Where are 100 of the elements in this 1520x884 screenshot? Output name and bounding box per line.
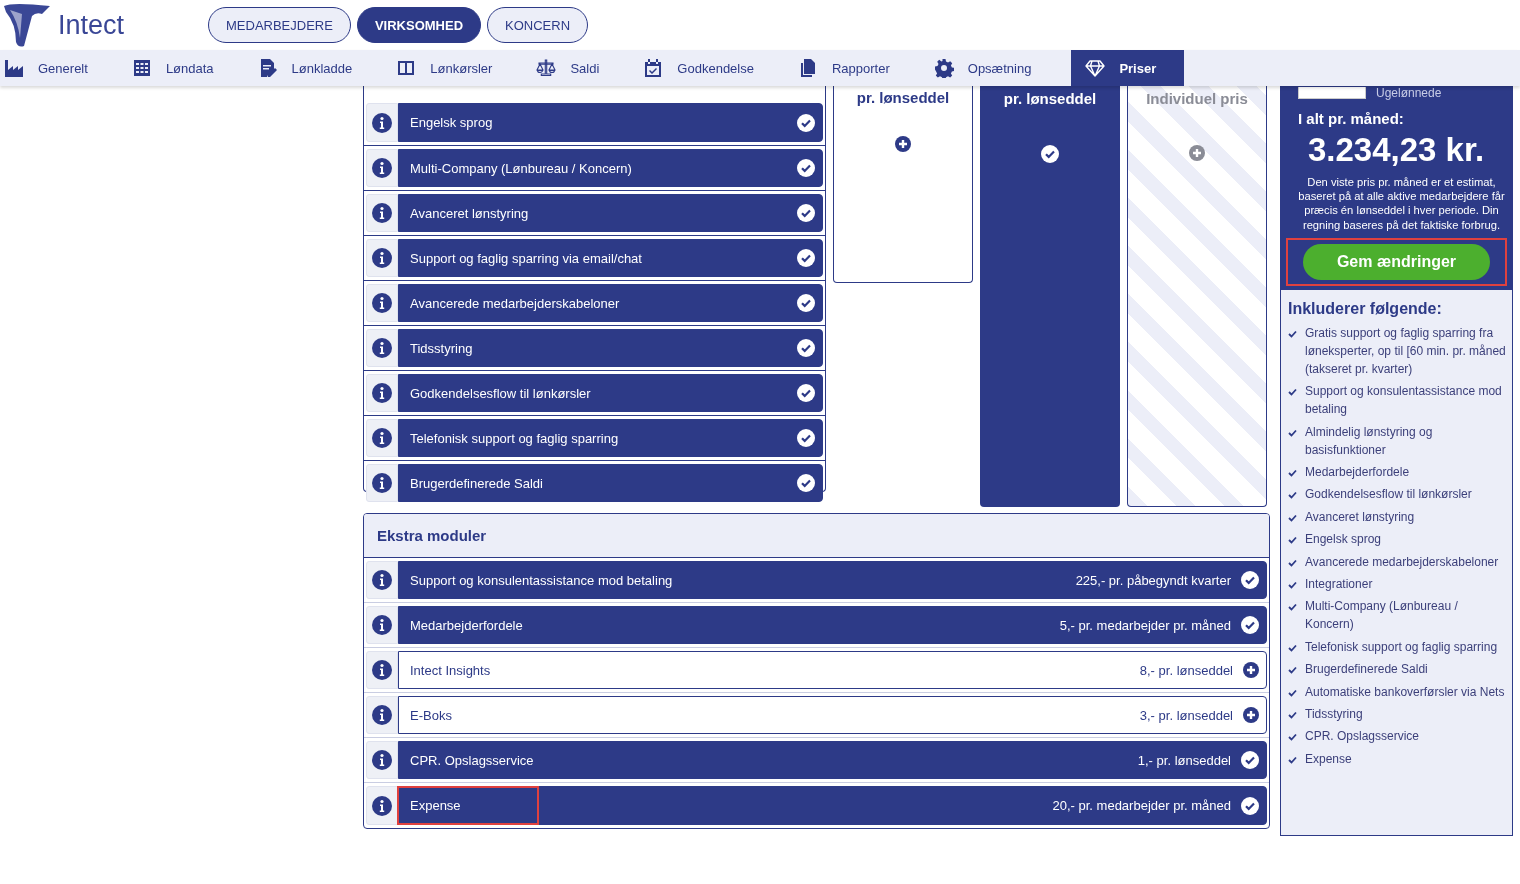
info-icon[interactable] (372, 158, 392, 178)
info-icon[interactable] (372, 248, 392, 268)
check-circle-icon (797, 339, 815, 357)
plus-circle-icon (1243, 662, 1259, 678)
included-item: Engelsk sprog (1305, 531, 1382, 549)
info-icon[interactable] (372, 615, 392, 635)
included-item: Almindelig lønstyring og basisfunktioner (1305, 423, 1434, 459)
included-item: CPR. Opslagsservice (1305, 728, 1420, 746)
info-icon[interactable] (372, 473, 392, 493)
table-icon (131, 58, 152, 78)
plan-card[interactable]: pr. lønseddel (833, 86, 973, 283)
check-circle-icon (1241, 751, 1259, 769)
check-icon (1288, 666, 1297, 675)
module-label: Intect Insights (410, 662, 492, 678)
total-label: I alt pr. måned: (1298, 110, 1405, 127)
check-circle-icon (797, 429, 815, 447)
feature-label: Brugerdefinerede Saldi (410, 475, 544, 491)
total-amount: 3.234,23 kr. (1308, 131, 1486, 169)
check-circle-icon (797, 294, 815, 312)
module-label: Expense (399, 788, 537, 823)
info-icon[interactable] (372, 428, 392, 448)
included-item: Support og konsulentassistance mod betaling (1305, 383, 1503, 419)
module-price: 5,- pr. medarbejder pr. måned (1059, 617, 1231, 633)
plan-card[interactable]: pr. lønseddel (980, 86, 1120, 507)
info-icon[interactable] (372, 293, 392, 313)
checkbox[interactable] (1298, 87, 1366, 99)
info-icon[interactable] (372, 203, 392, 223)
info-icon[interactable] (372, 705, 392, 725)
module-row[interactable]: Expense 20,- pr. medarbejder pr. måned (398, 786, 1267, 825)
check-icon (1288, 733, 1297, 742)
info-icon[interactable] (372, 338, 392, 358)
module-row[interactable]: Support og konsulentassistance mod betaling 225,- pr. påbegyndt kvarter (398, 561, 1267, 599)
included-title: Inkluderer følgende: (1288, 299, 1442, 317)
check-icon (1288, 428, 1297, 437)
check-icon (1288, 755, 1297, 764)
info-icon[interactable] (372, 570, 392, 590)
check-circle-icon (797, 474, 815, 492)
feature-label: Godkendelsesflow til lønkørsler (410, 385, 592, 401)
module-price: 225,- pr. påbegyndt kvarter (1075, 572, 1231, 588)
check-circle-icon (1241, 571, 1259, 589)
feature-label: Tidsstyring (410, 340, 474, 356)
feature-label: Engelsk sprog (410, 115, 494, 130)
nav-tab[interactable]: Priser (1071, 50, 1185, 86)
check-icon (1288, 688, 1297, 697)
scope-tab[interactable]: MEDARBEJDERE (208, 7, 351, 43)
nav-tab[interactable]: Løndata (127, 50, 236, 86)
nav-tab[interactable]: Opsætning (929, 50, 1054, 86)
check-icon (1288, 491, 1297, 500)
info-icon[interactable] (372, 750, 392, 770)
module-row[interactable]: E-Boks 3,- pr. lønseddel (398, 696, 1267, 734)
scope-tab[interactable]: VIRKSOMHED (356, 7, 482, 43)
nav-tab[interactable]: Rapporter (793, 50, 912, 86)
price-note: Den viste pris pr. måned er et estimat, baseret på at alle aktive medarbejdere får præcis én lønseddel i hver periode. Din regning baseres på det faktiske forbrug. (1298, 175, 1505, 232)
plus-circle-icon (1189, 145, 1205, 161)
included-item: Medarbejderfordele (1305, 464, 1410, 481)
included-item: Telefonisk support og faglig sparring (1305, 638, 1498, 656)
module-price: 8,- pr. lønseddel (1139, 662, 1233, 678)
module-row[interactable]: CPR. Opslagsservice 1,- pr. lønseddel (398, 741, 1267, 779)
info-icon[interactable] (372, 383, 392, 403)
check-circle-icon (1041, 145, 1059, 163)
plan-title: pr. lønseddel (856, 89, 950, 106)
nav-tab[interactable]: Generelt (0, 50, 110, 86)
plus-circle-icon (1243, 707, 1259, 723)
nav-tab[interactable]: Godkendelse (639, 50, 776, 86)
included-item: Brugerdefinerede Saldi (1305, 661, 1428, 679)
module-row[interactable]: Medarbejderfordele 5,- pr. medarbejder pr. måned (398, 606, 1267, 644)
included-item: Expense (1305, 750, 1352, 768)
nav-tab[interactable]: Saldi (532, 50, 622, 86)
check-icon (1288, 388, 1297, 397)
scope-tab[interactable]: KONCERN (487, 7, 589, 43)
check-circle-icon (1241, 796, 1259, 815)
info-icon[interactable] (372, 795, 392, 816)
plan-title: pr. lønseddel (1003, 90, 1097, 107)
check-circle-icon (797, 159, 815, 177)
module-label: E-Boks (410, 707, 453, 723)
check-circle-icon (797, 113, 815, 132)
columns-icon (396, 58, 417, 78)
info-icon[interactable] (372, 660, 392, 680)
included-item: Tidsstyring (1305, 705, 1363, 723)
factory-icon (4, 58, 24, 78)
info-icon[interactable] (372, 112, 392, 133)
check-circle-icon (797, 384, 815, 402)
check-icon (1288, 710, 1297, 719)
module-label: Medarbejderfordele (410, 617, 524, 633)
plan-title: Individuel pris (1146, 90, 1248, 107)
logo-icon (2, 2, 52, 48)
module-price: 3,- pr. lønseddel (1139, 707, 1233, 723)
check-icon (1288, 536, 1297, 545)
included-item: Avancerede medarbejderskabeloner (1305, 553, 1499, 571)
nav-tab[interactable]: Lønkørsler (392, 50, 515, 86)
nav-tab[interactable]: Lønkladde (253, 50, 375, 86)
plus-circle-icon (895, 136, 911, 152)
logo-text: Intect (58, 9, 125, 41)
check-icon (1288, 558, 1297, 567)
included-item: Multi-Company (Lønbureau / Koncern) (1305, 598, 1459, 634)
included-item: Gratis support og faglig sparring fra løneksperter, op til [60 min. pr. måned (takseret pr. kvarter) (1305, 324, 1506, 378)
included-item: Avanceret lønstyring (1305, 508, 1415, 526)
module-row[interactable]: Intect Insights 8,- pr. lønseddel (398, 651, 1267, 689)
included-item: Automatiske bankoverførsler via Nets (1305, 683, 1505, 701)
check-circle-icon (797, 204, 815, 222)
